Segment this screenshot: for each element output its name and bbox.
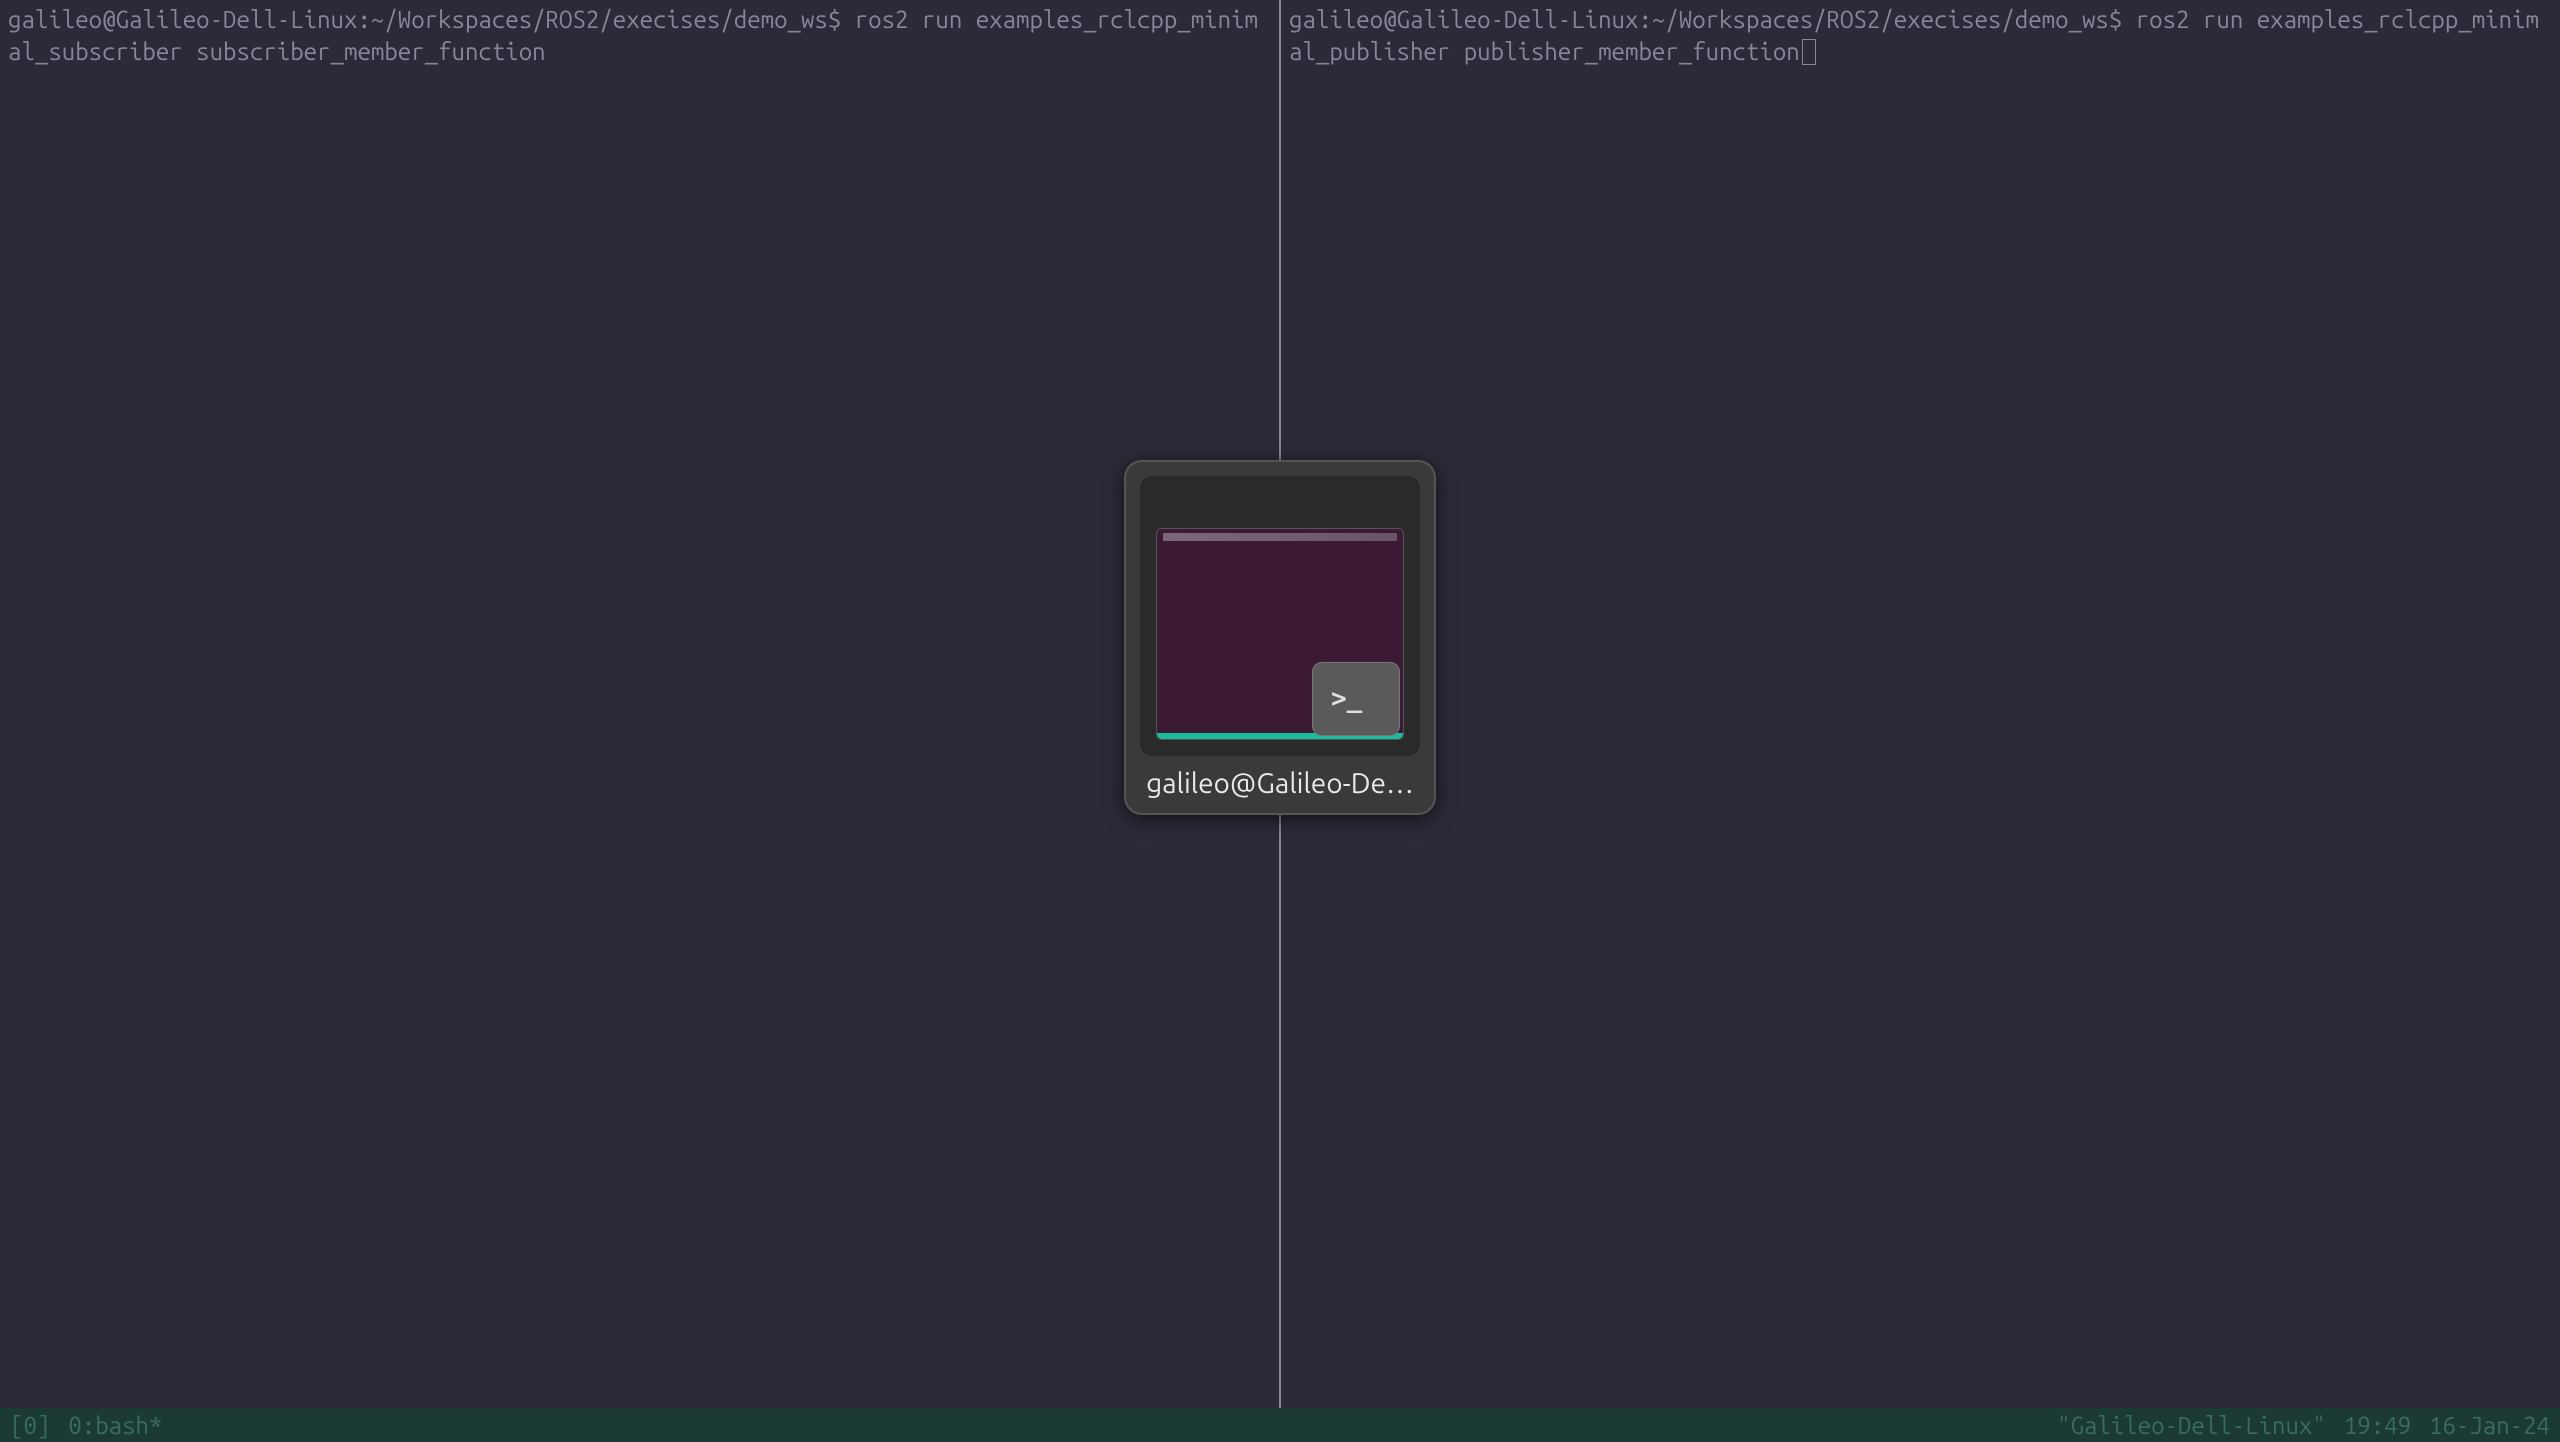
status-right: "Galileo-Dell-Linux" 19:49 16-Jan-24	[2057, 1412, 2550, 1439]
left-prompt: galileo@Galileo-Dell-Linux:~/Workspaces/…	[8, 6, 841, 33]
right-prompt: galileo@Galileo-Dell-Linux:~/Workspaces/…	[1289, 6, 2122, 33]
hostname-display: "Galileo-Dell-Linux"	[2057, 1412, 2326, 1439]
window-indicator[interactable]: 0:bash*	[68, 1412, 162, 1439]
thumbnail-text-line	[1163, 533, 1397, 541]
status-left: [0] 0:bash*	[10, 1412, 162, 1439]
time-display: 19:49	[2344, 1412, 2411, 1439]
terminal-app-icon: >_	[1312, 662, 1400, 736]
session-indicator[interactable]: [0]	[10, 1412, 50, 1439]
window-switcher-label: galileo@Galileo-De…	[1146, 768, 1414, 799]
window-thumbnail[interactable]: >_	[1140, 476, 1420, 756]
tmux-status-bar: [0] 0:bash* "Galileo-Dell-Linux" 19:49 1…	[0, 1408, 2560, 1442]
date-display: 16-Jan-24	[2429, 1412, 2550, 1439]
right-terminal-pane[interactable]: galileo@Galileo-Dell-Linux:~/Workspaces/…	[1281, 0, 2560, 1408]
window-switcher-overlay[interactable]: >_ galileo@Galileo-De…	[1124, 460, 1436, 815]
left-terminal-pane[interactable]: galileo@Galileo-Dell-Linux:~/Workspaces/…	[0, 0, 1279, 1408]
cursor	[1802, 39, 1816, 65]
terminal-icon-glyph: >_	[1331, 684, 1362, 714]
